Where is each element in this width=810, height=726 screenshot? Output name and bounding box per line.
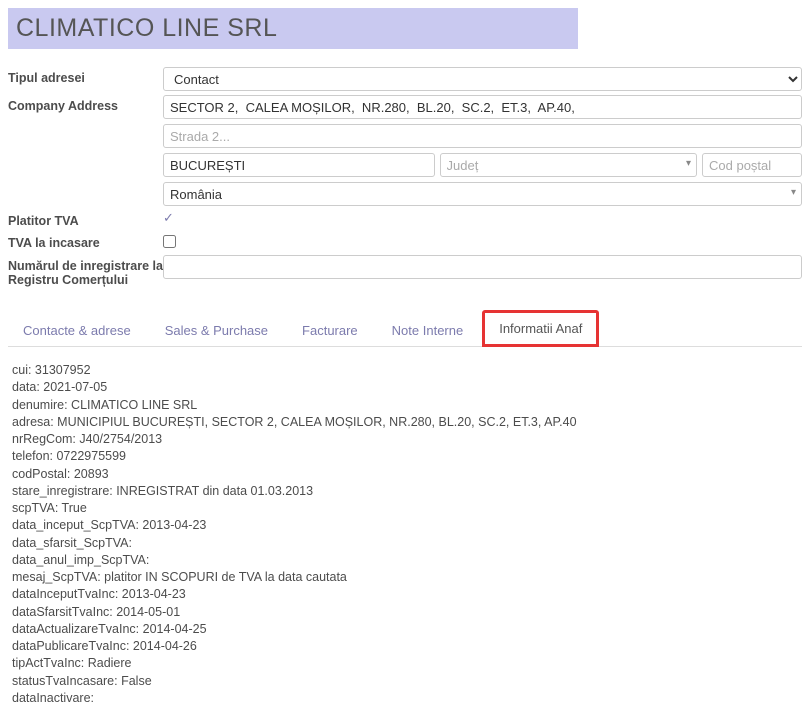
city-input[interactable] xyxy=(163,153,435,177)
company-name: CLIMATICO LINE SRL xyxy=(16,14,570,43)
anaf-line: telefon: 0722975599 xyxy=(12,448,798,464)
anaf-content: cui: 31307952 data: 2021-07-05 denumire:… xyxy=(8,347,802,722)
tab-note[interactable]: Note Interne xyxy=(377,314,479,346)
anaf-line: tipActTvaInc: Radiere xyxy=(12,655,798,671)
anaf-line: data_inceput_ScpTVA: 2013-04-23 xyxy=(12,517,798,533)
anaf-line: scpTVA: True xyxy=(12,500,798,516)
anaf-line: dataInceputTvaInc: 2013-04-23 xyxy=(12,586,798,602)
anaf-line: dataActualizareTvaInc: 2014-04-25 xyxy=(12,621,798,637)
anaf-line: dataPublicareTvaInc: 2014-04-26 xyxy=(12,638,798,654)
anaf-line: nrRegCom: J40/2754/2013 xyxy=(12,431,798,447)
address-line1-input[interactable] xyxy=(163,95,802,119)
address-line2-input[interactable] xyxy=(163,124,802,148)
label-company-address: Company Address xyxy=(8,95,163,113)
label-tipul-adresei: Tipul adresei xyxy=(8,67,163,85)
nr-inregistrare-input[interactable] xyxy=(163,255,802,279)
anaf-line: denumire: CLIMATICO LINE SRL xyxy=(12,397,798,413)
label-tva-incasare: TVA la incasare xyxy=(8,232,163,250)
anaf-line: cui: 31307952 xyxy=(12,362,798,378)
tva-incasare-checkbox[interactable] xyxy=(163,235,176,248)
anaf-line: data_sfarsit_ScpTVA: xyxy=(12,535,798,551)
tab-sales[interactable]: Sales & Purchase xyxy=(150,314,283,346)
tab-facturare[interactable]: Facturare xyxy=(287,314,373,346)
anaf-line: mesaj_ScpTVA: platitor IN SCOPURI de TVA… xyxy=(12,569,798,585)
country-input[interactable] xyxy=(163,182,802,206)
label-nr-inregistrare: Numărul de inregistrare la Registru Come… xyxy=(8,255,163,287)
anaf-line: stare_inregistrare: INREGISTRAT din data… xyxy=(12,483,798,499)
tabs: Contacte & adrese Sales & Purchase Factu… xyxy=(8,309,802,347)
anaf-line: adresa: MUNICIPIUL BUCUREȘTI, SECTOR 2, … xyxy=(12,414,798,430)
anaf-line: dataInactivare: xyxy=(12,690,798,706)
address-type-select[interactable]: Contact xyxy=(163,67,802,91)
company-title-bar: CLIMATICO LINE SRL xyxy=(8,8,578,49)
anaf-line: statusTvaIncasare: False xyxy=(12,673,798,689)
anaf-line: dataSfarsitTvaInc: 2014-05-01 xyxy=(12,604,798,620)
anaf-line: data_anul_imp_ScpTVA: xyxy=(12,552,798,568)
anaf-line: data: 2021-07-05 xyxy=(12,379,798,395)
tab-anaf[interactable]: Informatii Anaf xyxy=(482,310,599,347)
label-platitor-tva: Platitor TVA xyxy=(8,210,163,228)
tab-contacte[interactable]: Contacte & adrese xyxy=(8,314,146,346)
platitor-tva-check-icon[interactable]: ✓ xyxy=(163,210,174,225)
judet-input[interactable] xyxy=(440,153,698,177)
codpostal-input[interactable] xyxy=(702,153,802,177)
anaf-line: codPostal: 20893 xyxy=(12,466,798,482)
